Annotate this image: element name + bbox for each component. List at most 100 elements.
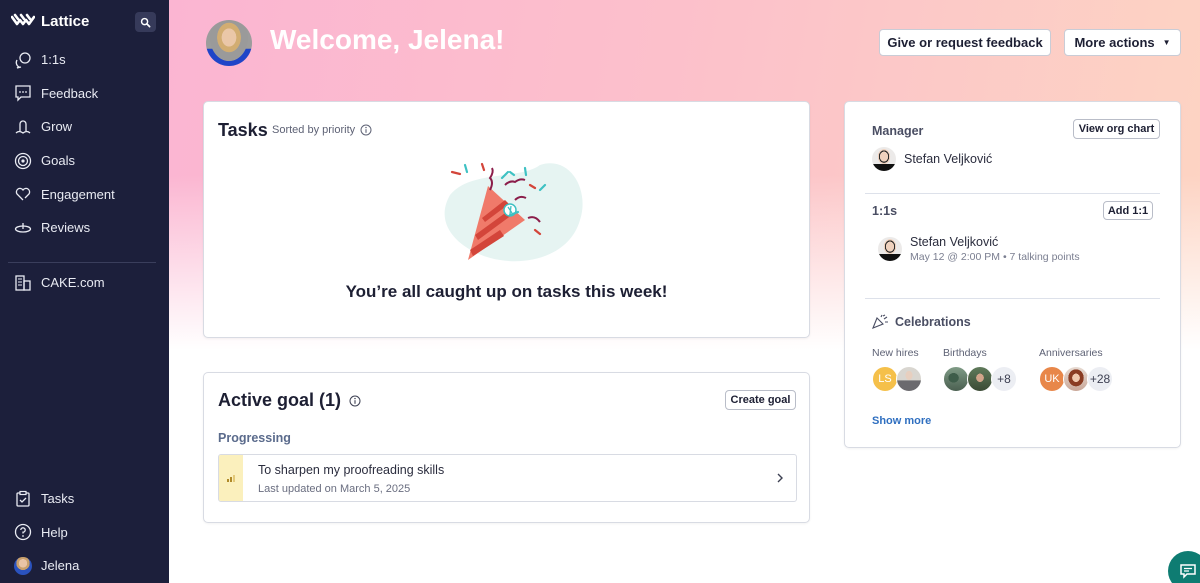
celebration-group-label: Anniversaries bbox=[1039, 347, 1103, 359]
avatar bbox=[943, 366, 969, 392]
sidebar-item-help[interactable]: Help bbox=[0, 516, 169, 550]
sidebar-item-profile[interactable]: Jelena bbox=[0, 549, 169, 583]
one-on-one-meta: May 12 @ 2:00 PM • 7 talking points bbox=[910, 251, 1080, 263]
avatar-overflow-count: +8 bbox=[991, 366, 1017, 392]
sidebar-item-label: Tasks bbox=[41, 491, 75, 507]
goal-list-item[interactable]: To sharpen my proofreading skills Last u… bbox=[218, 454, 797, 502]
sidebar-item-label: Feedback bbox=[41, 85, 99, 101]
manager-name: Stefan Veljković bbox=[904, 152, 993, 166]
give-feedback-button[interactable]: Give or request feedback bbox=[879, 29, 1051, 56]
celebration-group-label: Birthdays bbox=[943, 347, 987, 359]
progress-bars-icon bbox=[227, 475, 235, 482]
info-icon[interactable] bbox=[360, 124, 372, 136]
sidebar-item-cake[interactable]: CAKE.com bbox=[0, 266, 169, 300]
search-icon bbox=[140, 17, 151, 27]
goals-title-row: Active goal (1) bbox=[218, 390, 361, 411]
avatar bbox=[967, 366, 993, 392]
sidebar-item-label: CAKE.com bbox=[41, 275, 105, 291]
avatar-stack: UK +28 bbox=[1039, 366, 1113, 392]
sidebar-bottom: Tasks Help Jelena bbox=[0, 482, 169, 583]
sidebar-item-tasks[interactable]: Tasks bbox=[0, 482, 169, 516]
one-on-ones-label: 1:1s bbox=[872, 204, 898, 218]
grow-icon bbox=[15, 120, 31, 134]
tasks-empty-message: You’re all caught up on tasks this week! bbox=[345, 282, 668, 301]
brand-name: Lattice bbox=[41, 12, 90, 30]
goal-updated: Last updated on March 5, 2025 bbox=[258, 483, 411, 495]
goal-status-strip bbox=[219, 455, 243, 501]
avatar-overflow-count: +28 bbox=[1087, 366, 1113, 392]
celebrations-header: Celebrations bbox=[872, 314, 971, 329]
lattice-logo[interactable]: Lattice bbox=[11, 12, 89, 30]
divider bbox=[865, 298, 1160, 299]
avatar bbox=[872, 147, 896, 171]
reviews-icon bbox=[14, 222, 32, 233]
one-on-one-details: Stefan Veljković May 12 @ 2:00 PM • 7 ta… bbox=[910, 235, 1080, 263]
avatar bbox=[14, 556, 32, 575]
show-more-link[interactable]: Show more bbox=[872, 415, 931, 427]
sidebar-item-reviews[interactable]: Reviews bbox=[0, 211, 169, 245]
heart-icon bbox=[15, 187, 31, 201]
avatar-stack: +8 bbox=[943, 366, 1017, 392]
sidebar-org: CAKE.com bbox=[0, 266, 169, 300]
active-goals-card: Active goal (1) Create goal Progressing … bbox=[203, 372, 810, 523]
avatar: UK bbox=[1039, 366, 1065, 392]
info-icon[interactable] bbox=[349, 395, 361, 407]
tasks-sort-label: Sorted by priority bbox=[272, 124, 372, 136]
avatar bbox=[1063, 366, 1089, 392]
sidebar-item-grow[interactable]: Grow bbox=[0, 110, 169, 144]
more-actions-button[interactable]: More actions ▼ bbox=[1064, 29, 1181, 56]
sidebar-item-label: Goals bbox=[41, 153, 75, 169]
manager-person[interactable]: Stefan Veljković bbox=[872, 147, 992, 171]
user-avatar bbox=[206, 20, 252, 66]
divider bbox=[865, 193, 1160, 194]
building-icon bbox=[15, 275, 31, 291]
people-card: Manager View org chart Stefan Veljković … bbox=[844, 101, 1181, 448]
view-org-chart-button[interactable]: View org chart bbox=[1073, 119, 1160, 139]
target-icon bbox=[14, 152, 32, 169]
sidebar-item-label: Grow bbox=[41, 119, 73, 135]
sidebar: Lattice 1:1s Feedback Grow Goals Engagem… bbox=[0, 0, 169, 583]
chat-bubbles-icon bbox=[15, 52, 31, 69]
celebrations-label: Celebrations bbox=[895, 314, 971, 329]
search-button[interactable] bbox=[135, 12, 156, 32]
tasks-title: Tasks bbox=[218, 120, 268, 140]
sidebar-item-1-1s[interactable]: 1:1s bbox=[0, 43, 169, 77]
caret-down-icon: ▼ bbox=[1162, 38, 1171, 47]
message-icon bbox=[1180, 564, 1196, 579]
chat-support-button[interactable] bbox=[1168, 551, 1200, 583]
sidebar-item-label: Engagement bbox=[41, 186, 115, 202]
page-title: Welcome, Jelena! bbox=[270, 24, 505, 55]
celebration-group-anniversaries[interactable]: Anniversaries UK +28 bbox=[1039, 347, 1113, 392]
more-actions-label: More actions bbox=[1074, 35, 1155, 50]
one-on-one-item[interactable]: Stefan Veljković May 12 @ 2:00 PM • 7 ta… bbox=[878, 235, 1080, 263]
create-goal-button[interactable]: Create goal bbox=[725, 390, 796, 410]
sidebar-item-engagement[interactable]: Engagement bbox=[0, 177, 169, 211]
party-popper-icon bbox=[872, 314, 888, 329]
sidebar-divider bbox=[8, 262, 156, 263]
sidebar-item-label: Help bbox=[41, 524, 68, 540]
add-one-on-one-button[interactable]: Add 1:1 bbox=[1103, 201, 1153, 220]
sidebar-item-label: 1:1s bbox=[41, 52, 66, 68]
one-on-one-name: Stefan Veljković bbox=[910, 235, 999, 249]
chevron-right-icon bbox=[777, 473, 783, 483]
celebration-group-label: New hires bbox=[872, 347, 919, 359]
sorted-by-text: Sorted by priority bbox=[272, 124, 356, 136]
goal-name: To sharpen my proofreading skills bbox=[258, 463, 445, 477]
lattice-logo-icon bbox=[11, 13, 35, 26]
tasks-card: Tasks Sorted by priority You’re all caug… bbox=[203, 101, 810, 338]
goal-status-label: Progressing bbox=[218, 431, 291, 445]
sidebar-item-feedback[interactable]: Feedback bbox=[0, 77, 169, 111]
avatar: LS bbox=[872, 366, 898, 392]
sidebar-item-label: Reviews bbox=[41, 220, 91, 236]
main-content: Welcome, Jelena! Give or request feedbac… bbox=[169, 0, 1200, 583]
avatar bbox=[878, 237, 902, 261]
avatar bbox=[896, 366, 922, 392]
celebration-group-new-hires[interactable]: New hires LS bbox=[872, 347, 922, 392]
avatar-stack: LS bbox=[872, 366, 922, 392]
sidebar-item-goals[interactable]: Goals bbox=[0, 144, 169, 178]
sidebar-item-label: Jelena bbox=[41, 558, 80, 574]
clipboard-check-icon bbox=[16, 490, 30, 507]
goals-title: Active goal (1) bbox=[218, 390, 342, 410]
celebration-group-birthdays[interactable]: Birthdays +8 bbox=[943, 347, 1017, 392]
question-circle-icon bbox=[14, 524, 32, 541]
